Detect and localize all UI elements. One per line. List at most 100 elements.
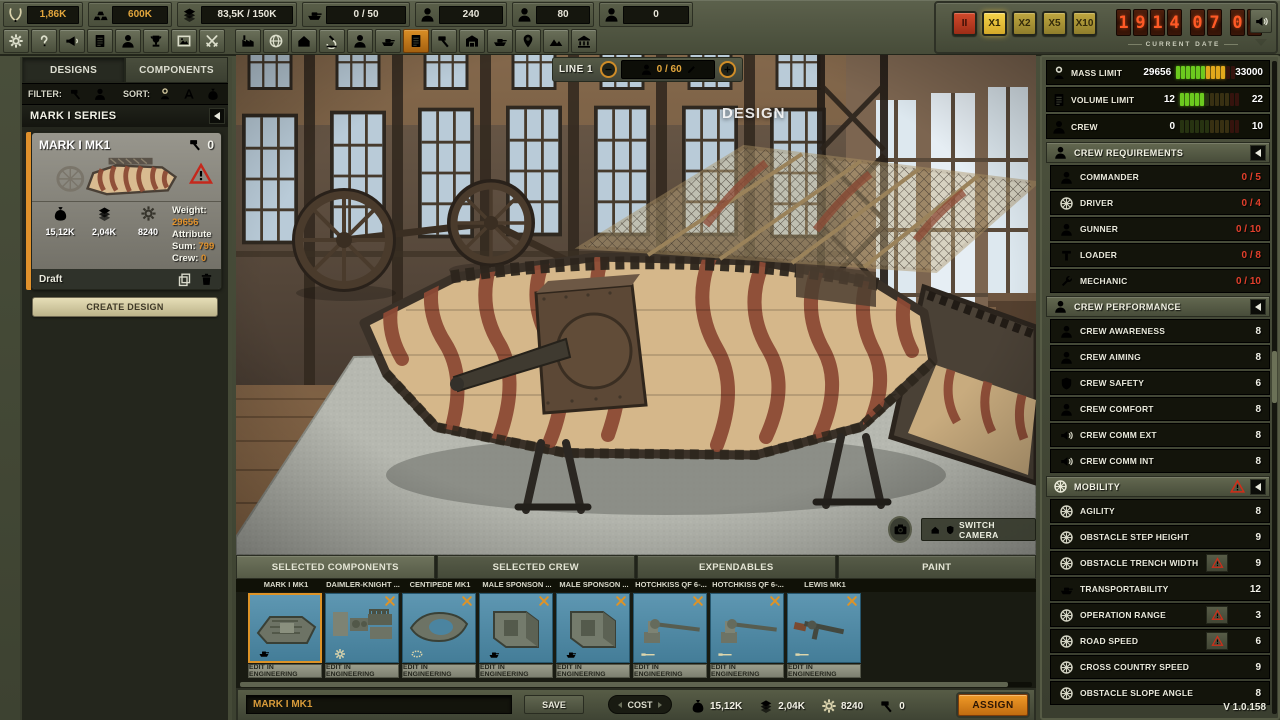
tab-paint[interactable]: PAINT [838,555,1037,579]
achievements-icon[interactable] [143,29,169,53]
edit-in-engineering-button[interactable]: EDIT IN ENGINEERING [710,664,784,678]
design-card[interactable]: MARK I MK1 0 [31,132,222,290]
design-name-input[interactable] [246,695,512,714]
warning-chip[interactable] [1206,554,1228,572]
terrain-icon[interactable] [543,29,569,53]
line-minus-button[interactable] [600,61,617,78]
engineering-icon[interactable] [431,29,457,53]
section-title: MOBILITY [1074,482,1230,492]
edit-in-engineering-button[interactable]: EDIT IN ENGINEERING [325,664,399,678]
camera-reset-button[interactable] [888,516,912,543]
duplicate-icon[interactable] [177,272,192,287]
design-cost-value: 15,12K [38,227,82,237]
camera-controls: SWITCH CAMERA [888,516,1036,543]
edit-in-engineering-button[interactable]: EDIT IN ENGINEERING [787,664,861,678]
delete-icon[interactable] [199,272,214,287]
tank-upgrade-icon[interactable] [487,29,513,53]
section-mobility[interactable]: MOBILITY [1046,476,1270,497]
warehouse-icon[interactable] [459,29,485,53]
speed-x10-button[interactable]: X10 [1072,11,1097,36]
component-card-track[interactable]: EDIT IN ENGINEERING [402,593,476,678]
series-header[interactable]: MARK I SERIES [22,105,228,127]
resource-money: 600K [88,2,172,27]
edit-in-engineering-button[interactable]: EDIT IN ENGINEERING [479,664,553,678]
component-card-sponson-2[interactable]: EDIT IN ENGINEERING [556,593,630,678]
component-card-engine[interactable]: EDIT IN ENGINEERING [325,593,399,678]
edit-in-engineering-button[interactable]: EDIT IN ENGINEERING [556,664,630,678]
personnel-icon[interactable] [347,29,373,53]
research-icon[interactable] [319,29,345,53]
scrollbar-thumb[interactable] [1272,351,1277,403]
edit-in-engineering-button[interactable]: EDIT IN ENGINEERING [633,664,707,678]
tab-expendables[interactable]: EXPENDABLES [637,555,836,579]
announcements-icon[interactable] [59,29,85,53]
scrollbar-thumb[interactable] [240,682,1008,687]
component-title: LEWIS MK1 [787,580,863,589]
component-card-cannon-2[interactable]: EDIT IN ENGINEERING [710,593,784,678]
component-title: HOTCHKISS QF 6-... [710,580,786,589]
tab-selected-components[interactable]: SELECTED COMPONENTS [236,555,435,579]
track-icon [406,648,428,660]
collapse-icon[interactable] [1250,479,1266,495]
battles-icon[interactable] [199,29,225,53]
cost-toggle[interactable]: COST [608,695,672,714]
settings-icon[interactable] [3,29,29,53]
speed-x1-button[interactable]: X1 [982,11,1007,36]
tab-designs[interactable]: DESIGNS [22,57,125,83]
mass-limit-label: MASS LIMIT [1071,68,1137,78]
rivets-icon [879,698,895,714]
sort-cost-icon[interactable] [203,86,222,103]
crew-performance-icon [1053,299,1068,314]
factory-icon[interactable] [235,29,261,53]
sort-alpha-icon[interactable] [179,86,198,103]
stat-crew-aiming: CREW AIMING 8 [1050,345,1270,369]
collapse-series-icon[interactable] [209,108,225,124]
speed-x2-button[interactable]: X2 [1012,11,1037,36]
locations-icon[interactable] [515,29,541,53]
collapse-icon[interactable] [1250,299,1266,315]
warning-triangle-icon [1230,479,1245,494]
line-plus-button[interactable] [719,61,736,78]
warning-chip[interactable] [1206,632,1228,650]
gallery-icon[interactable] [171,29,197,53]
warning-chip[interactable] [1206,606,1228,624]
component-card-machine-gun[interactable]: EDIT IN ENGINEERING [787,593,861,678]
switch-camera-button[interactable]: SWITCH CAMERA [921,518,1036,541]
shield-icon [945,524,955,536]
hangar-viewport[interactable]: LINE 1 0 / 60 DESIGN SWITCH CAMERA [236,55,1036,555]
army-icon[interactable] [375,29,401,53]
assign-button[interactable]: ASSIGN [958,694,1028,716]
filter-type-icon[interactable] [67,86,86,103]
line-label: LINE 1 [559,64,593,75]
filter-crew-icon[interactable] [91,86,110,103]
edit-pencil-icon[interactable] [686,64,697,75]
components-scrollbar[interactable] [240,682,1032,687]
speed-x5-button[interactable]: X5 [1042,11,1067,36]
edit-in-engineering-button[interactable]: EDIT IN ENGINEERING [248,664,322,678]
help-icon[interactable] [31,29,57,53]
home-icon [930,524,940,536]
agents-icon[interactable] [115,29,141,53]
component-card-hull[interactable]: EDIT IN ENGINEERING [248,593,322,678]
sound-icon[interactable] [1250,9,1272,33]
component-card-cannon-1[interactable]: EDIT IN ENGINEERING [633,593,707,678]
museum-icon[interactable] [571,29,597,53]
sort-weight-icon[interactable] [155,86,174,103]
headquarters-icon[interactable] [291,29,317,53]
section-crew-performance[interactable]: CREW PERFORMANCE [1046,296,1270,317]
design-icon[interactable] [403,29,429,53]
section-crew-requirements[interactable]: CREW REQUIREMENTS [1046,142,1270,163]
world-map-icon[interactable] [263,29,289,53]
collapse-icon[interactable] [1250,145,1266,161]
tab-selected-crew[interactable]: SELECTED CREW [437,555,636,579]
create-design-button[interactable]: CREATE DESIGN [32,297,218,317]
component-card-sponson-1[interactable]: EDIT IN ENGINEERING [479,593,553,678]
edit-in-engineering-button[interactable]: EDIT IN ENGINEERING [402,664,476,678]
reports-icon[interactable] [87,29,113,53]
stats-scrollbar[interactable] [1272,61,1277,714]
mass-limit-current: 29656 [1137,67,1172,78]
pause-button[interactable]: II [952,11,977,36]
save-button[interactable]: SAVE [524,695,584,714]
tab-components[interactable]: COMPONENTS [125,57,228,83]
chevron-down-icon[interactable] [1255,39,1267,46]
